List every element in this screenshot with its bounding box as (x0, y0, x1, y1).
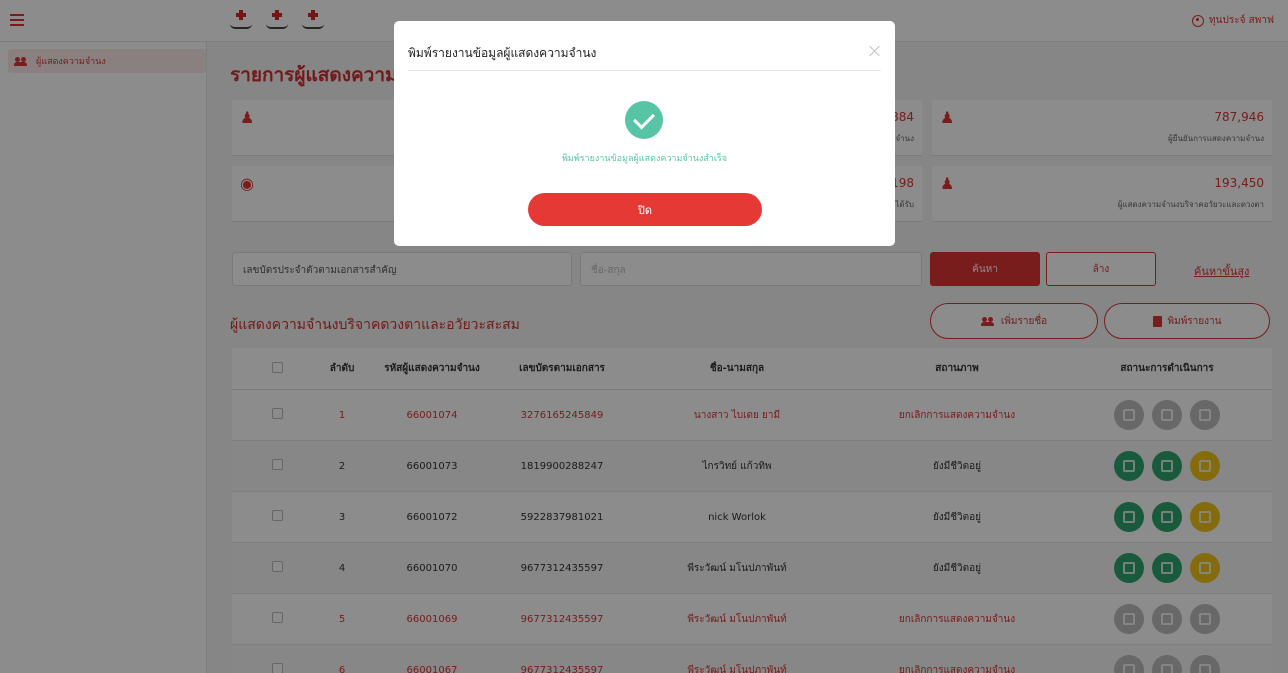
print-success-modal: พิมพ์รายงานข้อมูลผู้แสดงความจำนง พิมพ์รา… (394, 21, 895, 246)
modal-divider (408, 70, 881, 71)
close-button[interactable]: ปิด (528, 193, 762, 226)
close-icon[interactable] (869, 45, 881, 57)
success-message: พิมพ์รายงานข้อมูลผู้แสดงความจำนงสำเร็จ (561, 154, 728, 164)
modal-title: พิมพ์รายงานข้อมูลผู้แสดงความจำนง (408, 46, 597, 60)
check-circle-icon (625, 101, 663, 139)
